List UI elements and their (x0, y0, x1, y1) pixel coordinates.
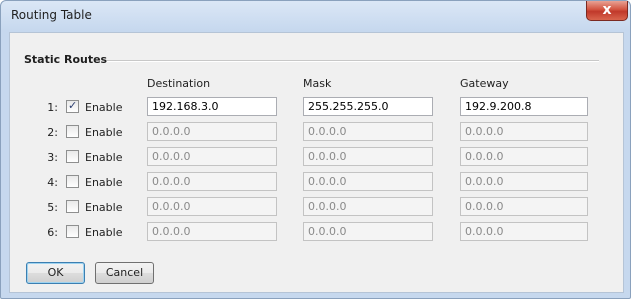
enable-label[interactable]: Enable (85, 151, 122, 164)
enable-label[interactable]: Enable (85, 126, 122, 139)
group-divider (107, 60, 599, 62)
row-number: 2: (47, 126, 58, 139)
destination-field: 0.0.0.0 (147, 197, 277, 216)
window-title: Routing Table (11, 8, 92, 22)
close-button[interactable]: x (586, 1, 628, 21)
routing-table-dialog: Routing Table x Static Routes Destinatio… (0, 0, 631, 299)
enable-label[interactable]: Enable (85, 176, 122, 189)
group-label: Static Routes (24, 53, 108, 66)
gateway-field: 0.0.0.0 (460, 172, 588, 191)
enable-checkbox[interactable] (66, 99, 79, 113)
row-number: 1: (47, 101, 58, 114)
row-number: 4: (47, 176, 58, 189)
enable-checkbox[interactable] (66, 150, 79, 163)
enable-checkbox[interactable] (66, 175, 79, 188)
cancel-button[interactable]: Cancel (95, 262, 154, 284)
enable-label[interactable]: Enable (85, 201, 122, 214)
enable-checkbox[interactable] (66, 125, 79, 138)
gateway-field[interactable]: 192.9.200.8 (460, 97, 588, 116)
destination-field[interactable]: 192.168.3.0 (147, 97, 277, 116)
gateway-field: 0.0.0.0 (460, 147, 588, 166)
mask-field: 0.0.0.0 (303, 172, 433, 191)
enable-label[interactable]: Enable (85, 101, 122, 114)
row-number: 6: (47, 226, 58, 239)
row-number: 5: (47, 201, 58, 214)
enable-label[interactable]: Enable (85, 226, 122, 239)
mask-field: 0.0.0.0 (303, 147, 433, 166)
enable-checkbox[interactable] (66, 225, 79, 238)
ok-button[interactable]: OK (26, 262, 85, 284)
destination-field: 0.0.0.0 (147, 172, 277, 191)
mask-field: 0.0.0.0 (303, 122, 433, 141)
column-header-destination: Destination (147, 77, 211, 90)
enable-checkbox[interactable] (66, 200, 79, 213)
mask-field: 0.0.0.0 (303, 222, 433, 241)
mask-field: 0.0.0.0 (303, 197, 433, 216)
close-icon: x (602, 2, 612, 18)
gateway-field: 0.0.0.0 (460, 222, 588, 241)
gateway-field: 0.0.0.0 (460, 122, 588, 141)
destination-field: 0.0.0.0 (147, 147, 277, 166)
row-number: 3: (47, 151, 58, 164)
title-bar[interactable]: Routing Table x (1, 1, 630, 31)
gateway-field: 0.0.0.0 (460, 197, 588, 216)
column-header-mask: Mask (303, 77, 332, 90)
destination-field: 0.0.0.0 (147, 222, 277, 241)
column-header-gateway: Gateway (460, 77, 509, 90)
dialog-body: Static Routes Destination Mask Gateway 1… (9, 32, 624, 293)
mask-field[interactable]: 255.255.255.0 (303, 97, 433, 116)
destination-field: 0.0.0.0 (147, 122, 277, 141)
